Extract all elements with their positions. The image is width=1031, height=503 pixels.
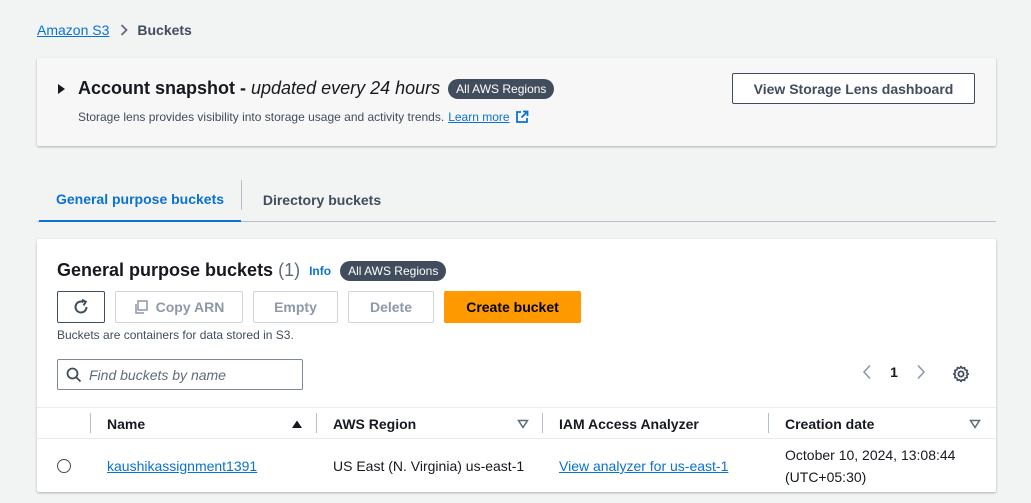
refresh-icon — [72, 298, 90, 316]
empty-button[interactable]: Empty — [253, 291, 338, 323]
refresh-button[interactable] — [57, 291, 105, 323]
column-header-name-label: Name — [107, 415, 146, 432]
copy-icon — [134, 300, 148, 314]
column-header-region-label: AWS Region — [333, 415, 417, 432]
breadcrumb-amazon-s3-link[interactable]: Amazon S3 — [37, 22, 109, 38]
learn-more-link[interactable]: Learn more — [448, 110, 509, 124]
column-divider — [316, 413, 317, 433]
row-select-radio[interactable] — [57, 459, 71, 473]
search-input[interactable] — [89, 366, 289, 383]
storage-lens-description: Storage lens provides visibility into st… — [78, 110, 445, 124]
panel-title: General purpose buckets — [57, 260, 274, 280]
bucket-actions-toolbar: Copy ARN Empty Delete Create bucket — [57, 291, 581, 323]
regions-badge: All AWS Regions — [340, 260, 447, 281]
chevron-right-icon — [120, 24, 129, 36]
pagination: 1 — [857, 364, 931, 380]
creation-date: October 10, 2024, 13:08:44 — [785, 447, 956, 463]
sort-icon[interactable] — [969, 419, 981, 429]
sort-ascending-icon[interactable] — [291, 419, 303, 429]
copy-arn-label: Copy ARN — [155, 299, 225, 315]
search-icon — [66, 367, 82, 383]
sort-icon[interactable] — [517, 419, 529, 429]
column-header-region[interactable]: AWS Region — [333, 408, 531, 439]
chevron-left-icon[interactable] — [857, 364, 877, 380]
column-header-analyzer[interactable]: IAM Access Analyzer — [559, 408, 759, 439]
column-divider — [768, 413, 769, 433]
column-header-creation-date[interactable]: Creation date — [785, 408, 985, 439]
external-link-icon[interactable] — [515, 110, 529, 124]
panel-description: Buckets are containers for data stored i… — [57, 328, 294, 342]
column-header-creation-date-label: Creation date — [785, 415, 875, 432]
breadcrumb-current: Buckets — [137, 22, 192, 38]
table-row: kaushikassignment1391 US East (N. Virgin… — [37, 439, 996, 492]
delete-button[interactable]: Delete — [348, 291, 434, 323]
tab-general-purpose-buckets[interactable]: General purpose buckets — [39, 178, 241, 222]
view-analyzer-link[interactable]: View analyzer for us-east-1 — [559, 458, 728, 474]
bucket-tabs: General purpose buckets Directory bucket… — [37, 178, 996, 222]
copy-arn-button[interactable]: Copy ARN — [115, 291, 243, 323]
breadcrumb: Amazon S3 Buckets — [37, 22, 192, 38]
column-divider — [90, 413, 91, 433]
account-snapshot-title: Account snapshot - — [78, 78, 247, 98]
gear-icon[interactable] — [952, 365, 970, 383]
page-number[interactable]: 1 — [877, 364, 911, 380]
view-storage-lens-dashboard-button[interactable]: View Storage Lens dashboard — [732, 73, 975, 104]
general-purpose-buckets-panel: General purpose buckets (1) Info All AWS… — [37, 239, 996, 492]
creation-date-timezone: (UTC+05:30) — [785, 469, 867, 485]
column-divider — [542, 413, 543, 433]
chevron-right-icon[interactable] — [911, 364, 931, 380]
bucket-region: US East (N. Virginia) us-east-1 — [333, 458, 525, 474]
regions-badge: All AWS Regions — [448, 78, 555, 99]
column-header-name[interactable]: Name — [107, 408, 307, 439]
account-snapshot-description: Storage lens provides visibility into st… — [78, 110, 529, 124]
search-field[interactable] — [57, 359, 303, 390]
account-snapshot-subtitle: updated every 24 hours — [251, 78, 441, 98]
create-bucket-button[interactable]: Create bucket — [444, 291, 581, 323]
bucket-name-link[interactable]: kaushikassignment1391 — [107, 458, 257, 474]
bucket-count: (1) — [278, 260, 301, 280]
tab-directory-buckets[interactable]: Directory buckets — [242, 178, 402, 221]
account-snapshot-header[interactable]: Account snapshot - updated every 24 hour… — [58, 78, 555, 99]
table-header: Name AWS Region IAM Access Analyzer Crea… — [37, 407, 996, 439]
info-link[interactable]: Info — [309, 264, 331, 278]
panel-header: General purpose buckets (1) Info All AWS… — [57, 260, 447, 281]
caret-right-icon[interactable] — [58, 83, 65, 94]
account-snapshot-panel: Account snapshot - updated every 24 hour… — [37, 58, 996, 146]
